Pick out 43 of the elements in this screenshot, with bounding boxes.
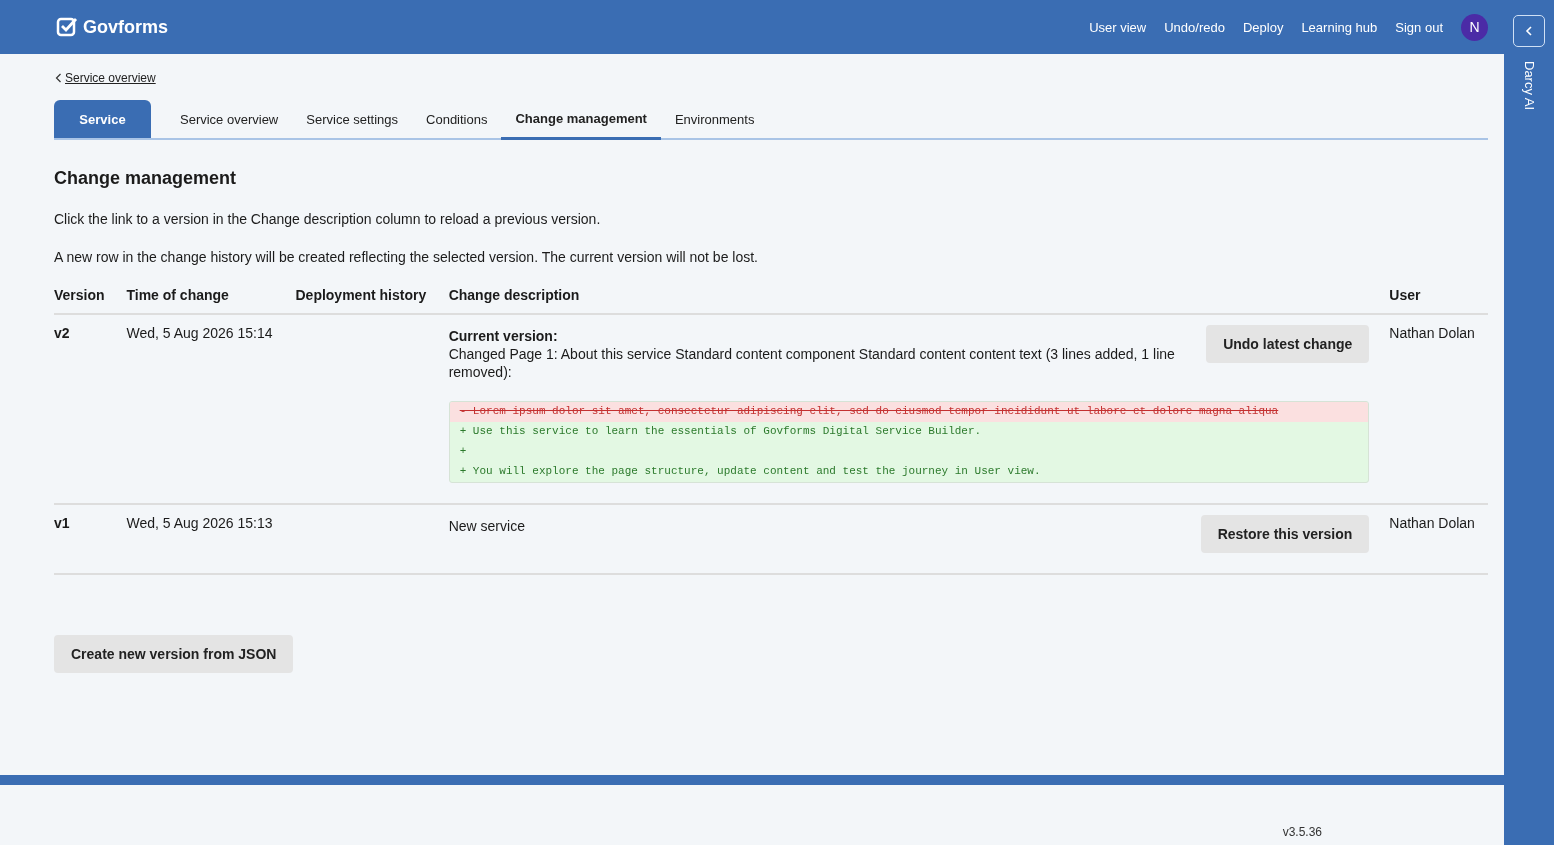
row-action-button[interactable]: Undo latest change bbox=[1206, 325, 1370, 363]
nav-link[interactable]: Deploy bbox=[1242, 19, 1284, 35]
checkbox-icon bbox=[56, 16, 78, 38]
row-action-button[interactable]: Restore this version bbox=[1200, 515, 1370, 553]
chevron-left-icon bbox=[55, 73, 62, 83]
tab[interactable]: Conditions bbox=[412, 100, 502, 138]
collapse-button[interactable] bbox=[1513, 15, 1545, 47]
intro-text: Click the link to a version in the Change description column to reload a previous version. bbox=[54, 211, 602, 227]
tab[interactable]: Service overview bbox=[166, 100, 293, 138]
nav-link[interactable]: User view bbox=[1089, 19, 1147, 35]
user-cell: Nathan Dolan bbox=[1389, 325, 1475, 341]
tab[interactable]: Environments bbox=[660, 100, 769, 138]
time-cell: Wed, 5 Aug 2026 15:13 bbox=[126, 515, 273, 531]
column-header: User bbox=[1389, 287, 1488, 314]
chevron-left-icon bbox=[1524, 25, 1534, 37]
column-header: Time of change bbox=[126, 287, 296, 314]
create-version-button[interactable]: Create new version from JSON bbox=[54, 635, 294, 673]
added-line: + Use this service to learn the essentials of Govforms Digital Service Builder. bbox=[458, 424, 983, 439]
version-cell: v1 bbox=[54, 515, 70, 531]
nav-link[interactable]: Undo/redo bbox=[1164, 19, 1225, 35]
version-cell: v2 bbox=[54, 325, 70, 341]
user-cell: Nathan Dolan bbox=[1389, 515, 1475, 531]
breadcrumb-link[interactable]: Service overview bbox=[65, 71, 156, 85]
description-text: New service bbox=[448, 517, 526, 535]
column-header: Version bbox=[54, 287, 127, 314]
time-cell: Wed, 5 Aug 2026 15:14 bbox=[126, 325, 273, 341]
column-header: Change description bbox=[448, 287, 1390, 314]
tab[interactable]: Service settings bbox=[292, 100, 413, 138]
intro-text: A new row in the change history will be created reflecting the selected version. The current version will not be lost. bbox=[54, 249, 759, 265]
page-heading: Change management bbox=[54, 168, 238, 189]
column-header: Deployment history bbox=[295, 287, 449, 314]
user-avatar[interactable]: N bbox=[1461, 13, 1488, 41]
side-panel-title[interactable]: Darcy AI bbox=[1521, 61, 1537, 111]
logo-text[interactable]: Govforms bbox=[83, 16, 169, 38]
added-line: + bbox=[458, 444, 468, 459]
nav-link[interactable]: Learning hub bbox=[1301, 19, 1378, 35]
description-title: Current version: bbox=[448, 327, 559, 345]
added-line: + You will explore the page structure, update content and test the journey in User view. bbox=[458, 464, 1042, 479]
nav-link[interactable]: Sign out bbox=[1395, 19, 1443, 35]
tab[interactable]: Service bbox=[54, 100, 151, 138]
version-text: v3.5.36 bbox=[1282, 825, 1322, 839]
description-text: Changed Page 1: About this service Standard content component Standard content content text (3 lines added, 1 line removed): bbox=[448, 345, 1176, 381]
tab[interactable]: Change management bbox=[501, 100, 661, 140]
